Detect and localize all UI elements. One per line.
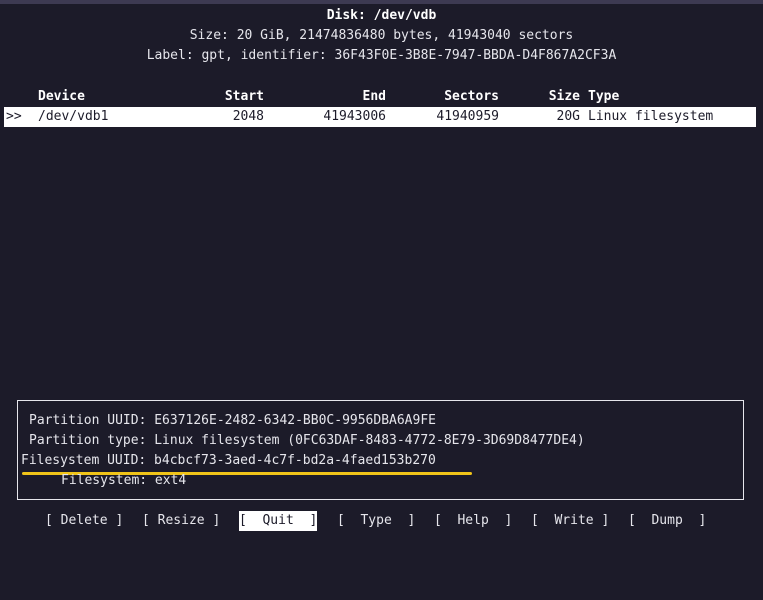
column-header-sectors: Sectors bbox=[444, 89, 499, 104]
help-button[interactable]: [ Help ] bbox=[434, 511, 512, 531]
disk-size-line: Size: 20 GiB, 21474836480 bytes, 4194304… bbox=[189, 28, 574, 43]
partition-uuid-line: Partition UUID: E637126E-2482-6342-BB0C-… bbox=[29, 413, 436, 428]
row-end: 41943006 bbox=[323, 109, 386, 124]
row-type: Linux filesystem bbox=[588, 109, 714, 124]
column-header-device: Device bbox=[38, 89, 85, 104]
write-button[interactable]: [ Write ] bbox=[531, 511, 609, 531]
terminal-top-bar bbox=[0, 0, 763, 4]
delete-button[interactable]: [ Delete ] bbox=[45, 511, 123, 531]
column-header-size: Size bbox=[548, 89, 580, 104]
disk-label-line: Label: gpt, identifier: 36F43F0E-3B8E-79… bbox=[146, 48, 617, 63]
partition-type-line: Partition type: Linux filesystem (0FC63D… bbox=[29, 433, 585, 448]
row-size: 20G bbox=[556, 109, 580, 124]
selection-marker: >> bbox=[6, 109, 22, 124]
filesystem-line: Filesystem: ext4 bbox=[61, 473, 187, 488]
filesystem-uuid-line: Filesystem UUID: b4cbcf73-3aed-4c7f-bd2a… bbox=[21, 453, 436, 468]
column-header-start: Start bbox=[224, 89, 264, 104]
type-button[interactable]: [ Type ] bbox=[337, 511, 415, 531]
column-header-type: Type bbox=[588, 89, 620, 104]
row-device: /dev/vdb1 bbox=[38, 109, 109, 124]
disk-title: Disk: /dev/vdb bbox=[326, 8, 437, 23]
resize-button[interactable]: [ Resize ] bbox=[142, 511, 220, 531]
row-sectors: 41940959 bbox=[436, 109, 499, 124]
row-start: 2048 bbox=[232, 109, 264, 124]
quit-button[interactable]: [ Quit ] bbox=[239, 511, 318, 531]
partition-row[interactable]: >> /dev/vdb1 2048 41943006 41940959 20G … bbox=[4, 107, 756, 127]
column-header-end: End bbox=[362, 89, 386, 104]
dump-button[interactable]: [ Dump ] bbox=[628, 511, 706, 531]
